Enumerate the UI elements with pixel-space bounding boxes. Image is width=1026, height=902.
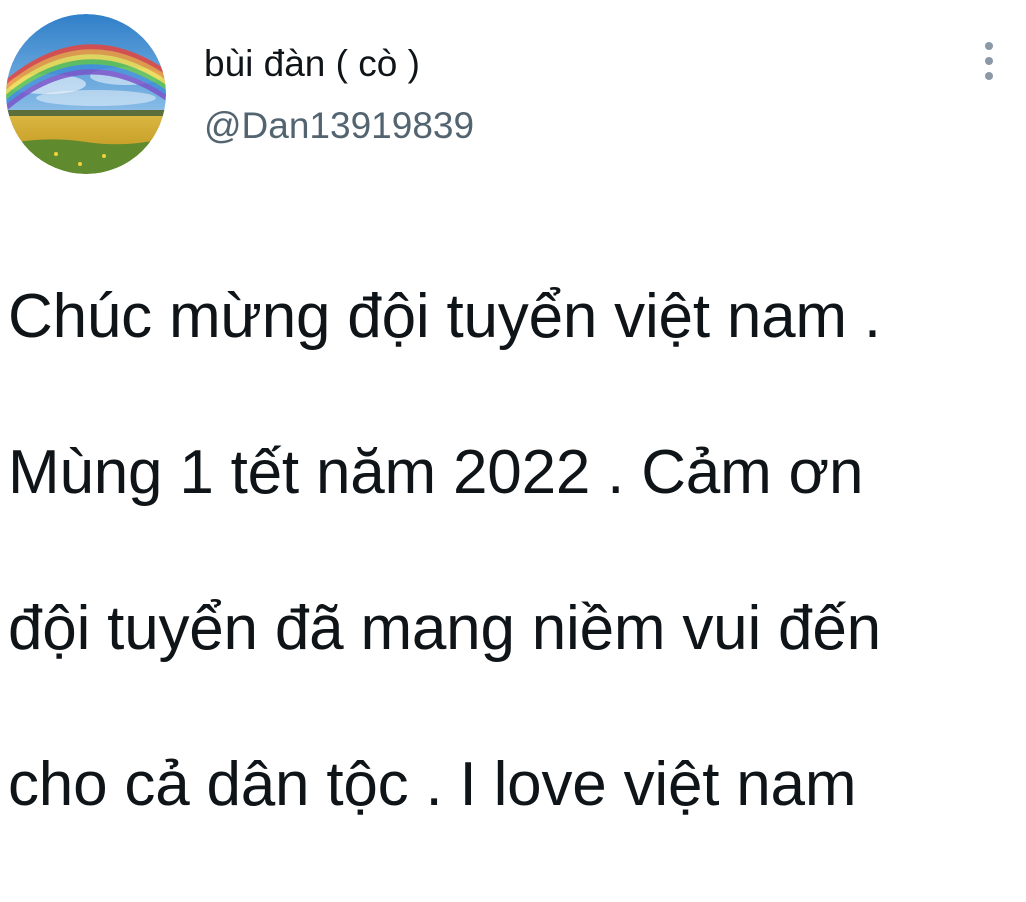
more-options-button[interactable] [972, 38, 1006, 84]
more-vertical-icon [985, 42, 993, 50]
display-name[interactable]: bùi đàn ( cò ) [204, 42, 420, 86]
tweet-text-line: Chúc mừng đội tuyển việt nam . [8, 282, 881, 351]
tweet-text-line: đội tuyển đã mang niềm vui đến [8, 594, 881, 663]
tweet-text: Chúc mừng đội tuyển việt nam . Mùng 1 tế… [8, 200, 1018, 902]
tweet-card: bùi đàn ( cò ) @Dan13919839 Chúc mừng độ… [0, 0, 1026, 819]
more-vertical-icon-dot [985, 57, 993, 65]
more-vertical-icon-dot [985, 72, 993, 80]
tweet-text-line: cho cả dân tộc . I love việt nam [8, 750, 857, 819]
tweet-text-line: Mùng 1 tết năm 2022 . Cảm ơn [8, 438, 864, 507]
rainbow-field-avatar-icon [6, 14, 166, 174]
user-handle[interactable]: @Dan13919839 [204, 104, 474, 148]
avatar[interactable] [6, 14, 166, 174]
